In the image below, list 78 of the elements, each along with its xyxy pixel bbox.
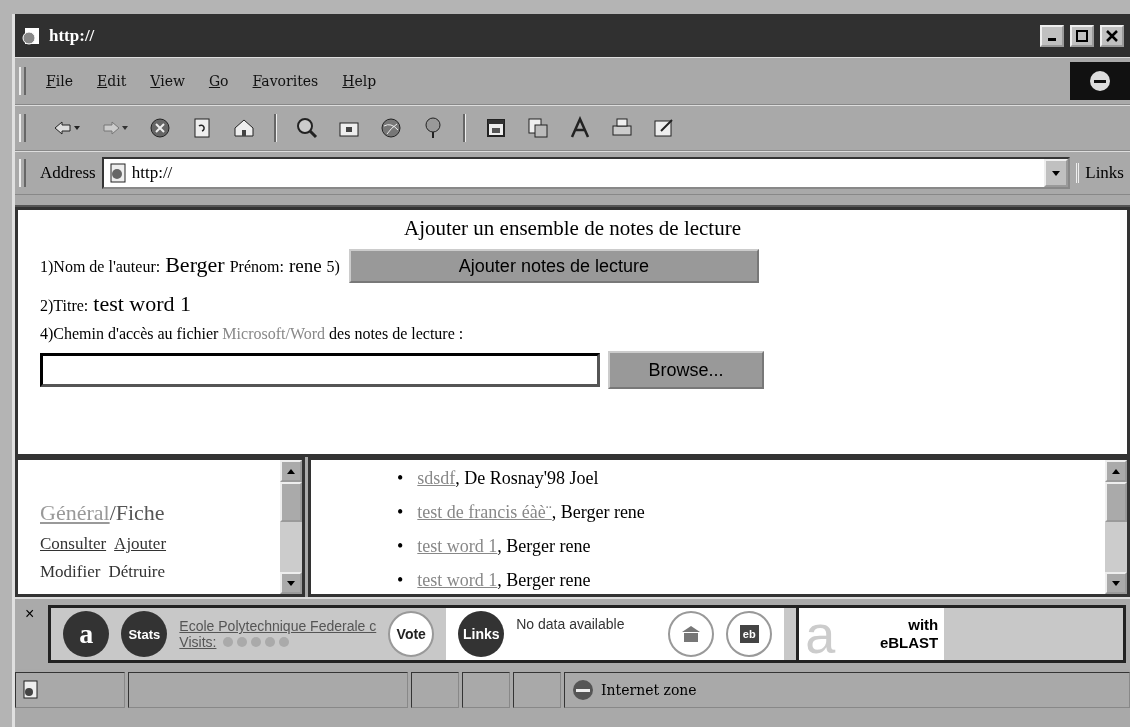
- list-item: test word 1, Berger rene: [417, 535, 591, 558]
- bullet: •: [397, 467, 404, 490]
- dropdown-button[interactable]: [1044, 159, 1069, 187]
- browse-button[interactable]: Browse...: [608, 351, 764, 389]
- note-link[interactable]: test de francis éàè¨: [417, 502, 552, 522]
- action-text: Modifier: [40, 562, 101, 582]
- firstname-label: Prénom:: [229, 257, 284, 276]
- vote-button[interactable]: Vote: [388, 611, 435, 657]
- list-item: test de francis éàè¨, Berger rene: [417, 501, 645, 524]
- down-arrow-icon[interactable]: [1112, 580, 1120, 586]
- action-link[interactable]: Consulter: [40, 534, 107, 554]
- note-link[interactable]: test word 1: [417, 570, 498, 590]
- address-label: Address: [40, 163, 96, 183]
- menu-item[interactable]: Favorites: [240, 73, 331, 89]
- edit-icon[interactable]: [652, 116, 676, 140]
- toolbar-grip[interactable]: [19, 67, 26, 95]
- menu-item[interactable]: Go: [196, 73, 241, 89]
- action-link[interactable]: Ajouter: [114, 534, 167, 554]
- list-item: sdsdf, De Rosnay'98 Joel: [417, 467, 599, 490]
- window-icon[interactable]: [484, 116, 508, 140]
- caret-icon: [1052, 170, 1061, 176]
- list-item: test word 1, Berger rene: [417, 569, 591, 592]
- menu-item[interactable]: View: [138, 73, 197, 89]
- toolbar-grip[interactable]: [19, 159, 26, 187]
- address-field[interactable]: http://: [101, 157, 1071, 189]
- up-arrow-icon[interactable]: [1112, 468, 1120, 474]
- down-arrow-icon[interactable]: [287, 580, 295, 586]
- maximize-button[interactable]: [1070, 24, 1094, 47]
- menu-item[interactable]: Help: [330, 73, 389, 89]
- close-icon: [1106, 29, 1118, 42]
- zone-label: Internet zone: [601, 682, 697, 698]
- alexa-logo[interactable]: a: [63, 611, 110, 657]
- action-text: Détruire: [108, 562, 166, 582]
- menu-item[interactable]: Edit: [84, 73, 139, 89]
- form-heading: Ajouter un ensemble de notes de lecture: [403, 216, 741, 241]
- status-cell: [513, 672, 561, 708]
- path-label: 4)Chemin d'accès au fichier Microsoft/Word des notes de lecture :: [40, 325, 465, 343]
- scrollbar[interactable]: [1105, 460, 1127, 594]
- maximize-icon: [1076, 29, 1088, 42]
- author-label: 1)Nom de l'auteur:: [40, 257, 161, 276]
- file-path-field[interactable]: [40, 353, 600, 387]
- title-value: test word 1: [93, 291, 192, 317]
- eb-button[interactable]: eb: [726, 611, 773, 657]
- minimize-icon: [1048, 38, 1056, 41]
- visits-link[interactable]: Visits:: [179, 634, 217, 650]
- site-link[interactable]: Ecole Polytechnique Federale c: [179, 618, 377, 634]
- page-icon: [107, 163, 128, 183]
- section-heading: Général/Fiche: [40, 500, 166, 526]
- add-notes-button[interactable]: Ajouter notes de lecture: [348, 249, 759, 283]
- close-button[interactable]: ×: [19, 603, 41, 625]
- minimize-button[interactable]: [1040, 24, 1064, 47]
- stats-button[interactable]: Stats: [121, 611, 168, 657]
- window-title: http://: [49, 25, 96, 46]
- status-cell: [462, 672, 510, 708]
- firstname-value: rene: [288, 254, 322, 277]
- scrollbar[interactable]: [280, 460, 302, 594]
- bullet: •: [397, 569, 404, 592]
- museum-button[interactable]: [668, 611, 715, 657]
- status-cell: [411, 672, 459, 708]
- stop-icon[interactable]: [148, 116, 172, 140]
- links-button[interactable]: Links: [1076, 163, 1130, 183]
- note-link[interactable]: sdsdf: [417, 468, 456, 488]
- font-icon[interactable]: [568, 116, 592, 140]
- toolbar-grip[interactable]: [19, 114, 26, 142]
- bullet: •: [397, 535, 404, 558]
- search-icon[interactable]: [295, 116, 319, 140]
- close-button[interactable]: [1100, 24, 1124, 47]
- info-text: No data available: [516, 616, 626, 632]
- links-button[interactable]: Links: [458, 611, 505, 657]
- menu-item[interactable]: File: [34, 73, 85, 89]
- author-value: Berger: [165, 251, 225, 278]
- page-icon: [22, 680, 40, 700]
- images-icon[interactable]: [526, 116, 550, 140]
- note-link[interactable]: test word 1: [417, 536, 498, 556]
- up-arrow-icon[interactable]: [287, 468, 295, 474]
- bullet: •: [397, 501, 404, 524]
- title-label: 2)Titre:: [40, 297, 89, 315]
- step-label: 5): [326, 257, 340, 276]
